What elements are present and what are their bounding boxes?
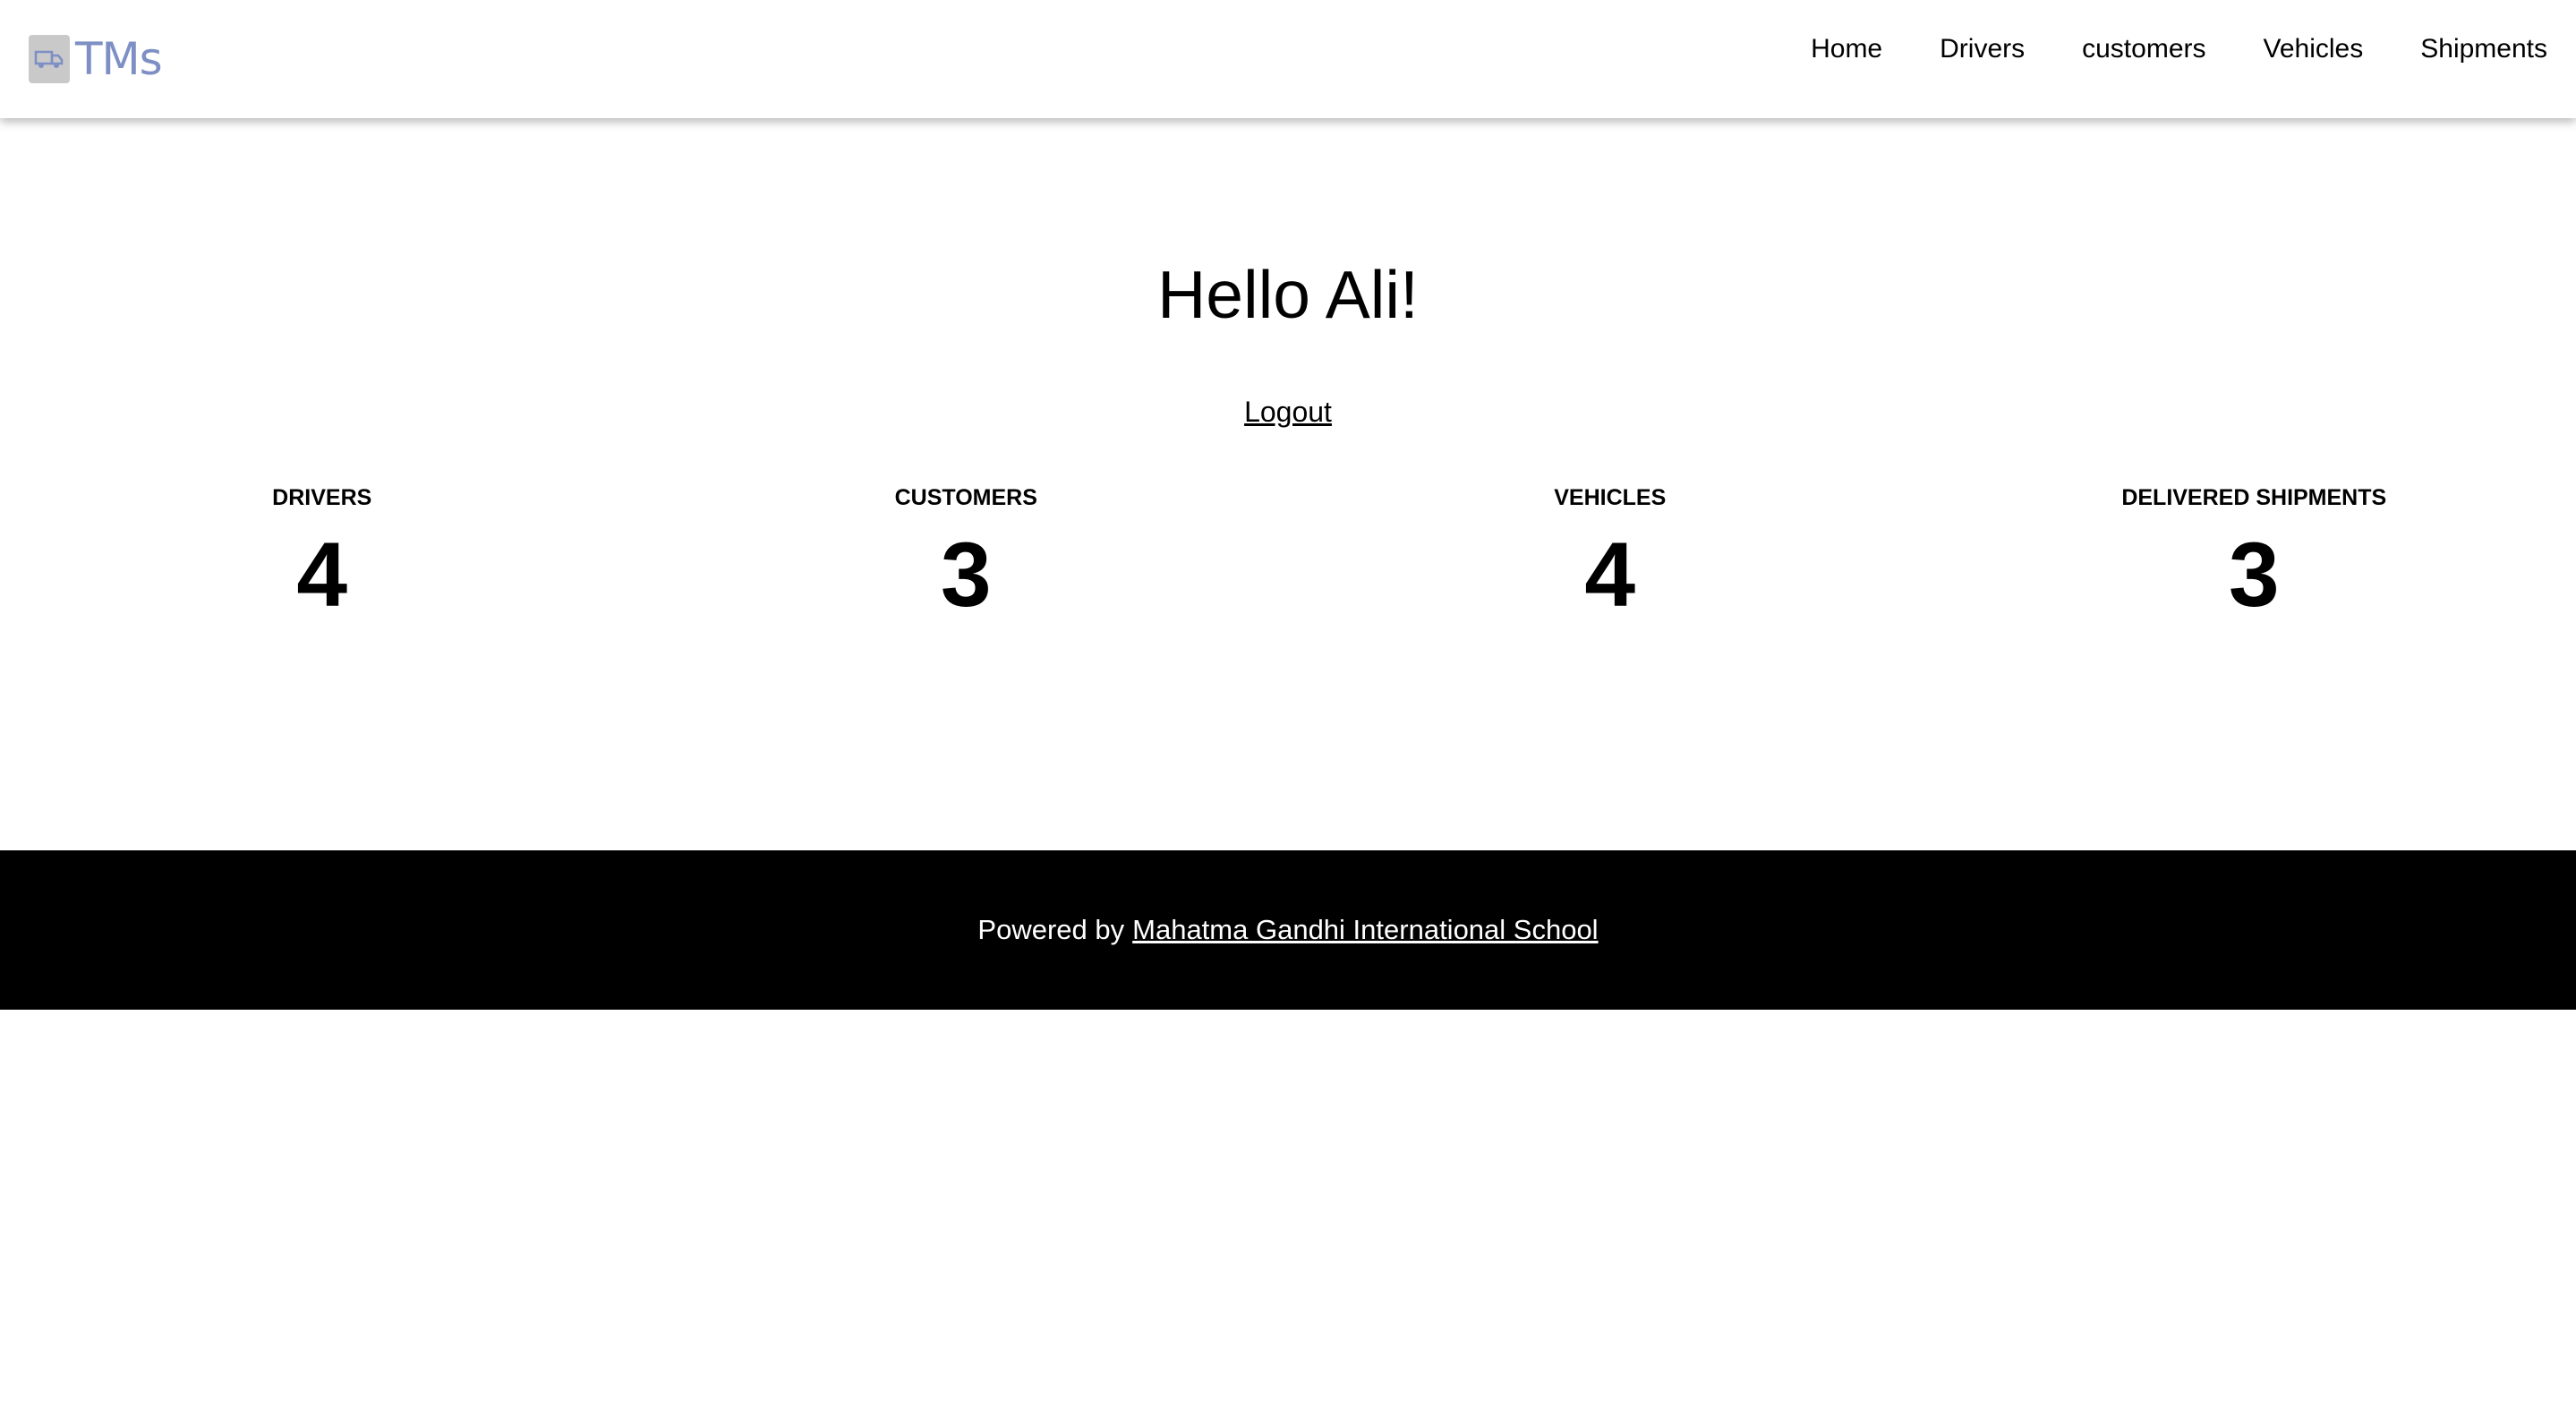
main-nav: Home Drivers customers Vehicles Shipment… — [1811, 34, 2547, 64]
stats-row: DRIVERS 4 CUSTOMERS 3 VEHICLES 4 DELIVER… — [0, 485, 2576, 626]
navbar: TMs Home Drivers customers Vehicles Ship… — [0, 0, 2576, 118]
stat-value: 4 — [296, 524, 348, 626]
brand-name: TMs — [75, 33, 163, 85]
stat-vehicles: VEHICLES 4 — [1288, 485, 1932, 626]
stat-drivers: DRIVERS 4 — [0, 485, 644, 626]
stat-customers: CUSTOMERS 3 — [644, 485, 1289, 626]
stat-value: 3 — [2228, 524, 2280, 626]
logout-link[interactable]: Logout — [1244, 396, 1332, 428]
nav-shipments[interactable]: Shipments — [2420, 34, 2547, 64]
footer-prefix: Powered by — [977, 914, 1125, 945]
nav-home[interactable]: Home — [1811, 34, 1882, 64]
stat-label: VEHICLES — [1554, 485, 1667, 510]
nav-customers[interactable]: customers — [2082, 34, 2205, 64]
stat-label: DRIVERS — [272, 485, 372, 510]
stat-value: 3 — [940, 524, 992, 626]
greeting-heading: Hello Ali! — [1157, 257, 1419, 332]
stat-label: CUSTOMERS — [894, 485, 1037, 510]
main-content: Hello Ali! Logout DRIVERS 4 CUSTOMERS 3 … — [0, 118, 2576, 850]
stat-label: DELIVERED SHIPMENTS — [2121, 485, 2387, 510]
brand[interactable]: TMs — [29, 32, 163, 86]
footer-school-link[interactable]: Mahatma Gandhi International School — [1132, 914, 1598, 946]
nav-vehicles[interactable]: Vehicles — [2264, 34, 2364, 64]
nav-drivers[interactable]: Drivers — [1940, 34, 2025, 64]
footer: Powered by Mahatma Gandhi International … — [0, 850, 2576, 1010]
stat-value: 4 — [1584, 524, 1636, 626]
logout-container: Logout — [0, 396, 2576, 429]
stat-delivered-shipments: DELIVERED SHIPMENTS 3 — [1932, 485, 2576, 626]
truck-icon — [29, 35, 70, 83]
